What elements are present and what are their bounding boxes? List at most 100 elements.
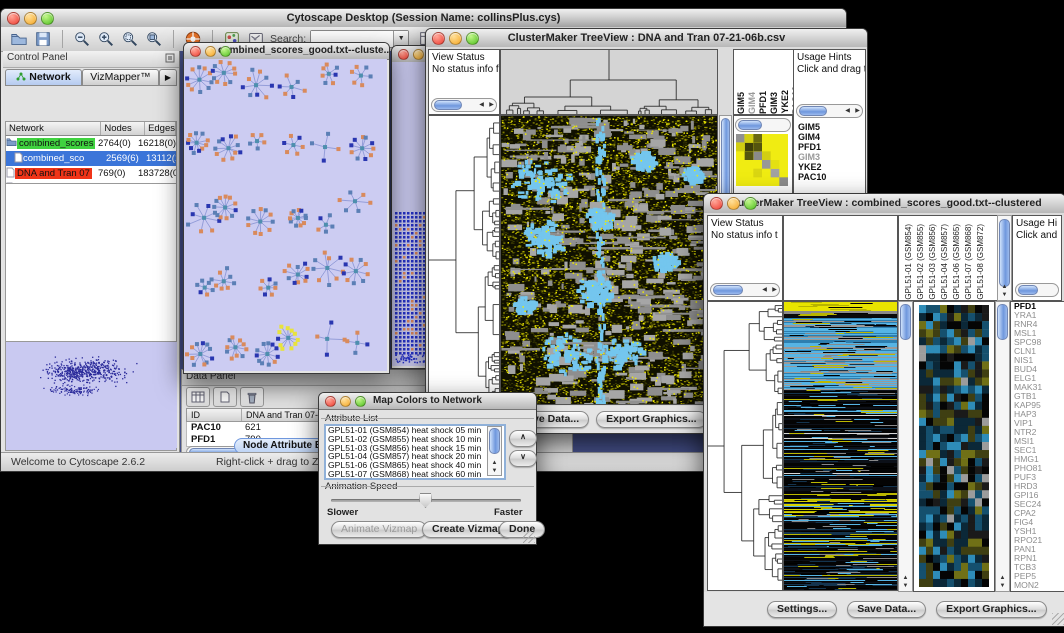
minimize-button[interactable] [727, 197, 740, 210]
zoom-window-button[interactable] [744, 197, 757, 210]
speed-slider-thumb[interactable] [419, 493, 432, 508]
scrollbar-thumb[interactable] [713, 285, 743, 295]
column-labels-vscrollbar[interactable]: ▲ ▼ [997, 215, 1012, 301]
heatmap-canvas[interactable] [500, 115, 718, 405]
main-titlebar[interactable]: Cytoscape Desktop (Session Name: collins… [1, 9, 846, 28]
close-button[interactable] [432, 32, 445, 45]
float-panel-icon[interactable] [165, 53, 175, 63]
resize-grip[interactable] [1052, 613, 1064, 625]
network-view-canvas[interactable] [184, 59, 387, 371]
hscrollbar[interactable] [735, 118, 791, 132]
scrollbar-thumb[interactable] [900, 304, 911, 340]
scroll-down-arrow[interactable]: ▼ [488, 467, 501, 475]
treeview-button[interactable]: Save Data... [847, 601, 926, 618]
zoom-fit-icon[interactable] [144, 29, 164, 49]
scroll-left-arrow[interactable]: ◀ [843, 105, 852, 117]
zoom-window-button[interactable] [355, 396, 366, 407]
tab-vizmapper[interactable]: VizMapper™ [82, 69, 159, 86]
zoom-in-icon[interactable] [96, 29, 116, 49]
hscrollbar[interactable] [1015, 283, 1059, 297]
scrollbar-thumb[interactable] [997, 304, 1008, 340]
col-id[interactable]: ID [187, 409, 242, 421]
zoom-heatmap-canvas[interactable] [919, 305, 989, 587]
open-file-icon[interactable] [9, 29, 29, 49]
scroll-up-arrow[interactable]: ▲ [899, 574, 912, 582]
col-nodes[interactable]: Nodes [101, 122, 145, 135]
gene-label[interactable]: GIM3 [798, 152, 826, 162]
titlebar[interactable]: ClusterMaker TreeView : DNA and Tran 07-… [426, 29, 867, 48]
titlebar[interactable]: combined_scores_good.txt--cluste... [184, 43, 389, 60]
minimize-button[interactable] [24, 12, 37, 25]
heatmap-canvas[interactable] [783, 301, 898, 591]
resize-grip[interactable] [523, 531, 535, 543]
network-row-selected[interactable]: combined_sco 2569(6) 13112(15) [5, 151, 177, 166]
animate-vizmap-button[interactable]: Animate Vizmap [331, 521, 427, 538]
minimize-button[interactable] [449, 32, 462, 45]
move-up-button[interactable]: ∧ [509, 430, 537, 447]
gene-label[interactable]: YKE2 [798, 162, 826, 172]
scroll-down-arrow[interactable]: ▼ [998, 291, 1011, 299]
close-button[interactable] [325, 396, 336, 407]
row-dendrogram-canvas[interactable] [707, 301, 783, 591]
attribute-item[interactable]: GPL51-07 (GSM868) heat shock 60 min [326, 470, 504, 479]
scroll-left-arrow[interactable]: ◀ [760, 284, 769, 296]
scroll-down-arrow[interactable]: ▼ [996, 582, 1009, 590]
scroll-down-arrow[interactable]: ▼ [899, 582, 912, 590]
delete-attribute-icon[interactable] [240, 387, 264, 407]
network-row[interactable]: DNA and Tran 07 769(0) 183728(0) [5, 166, 177, 181]
column-dendrogram-canvas[interactable] [500, 49, 718, 115]
scroll-up-arrow[interactable]: ▲ [488, 459, 501, 467]
gene-label[interactable]: PAC10 [798, 172, 826, 182]
close-button[interactable] [710, 197, 723, 210]
zoom-matrix-canvas[interactable] [736, 134, 788, 186]
close-button[interactable] [398, 49, 409, 60]
scroll-right-arrow[interactable]: ▶ [487, 99, 496, 111]
tab-network[interactable]: Network [5, 69, 82, 86]
treeview-button[interactable]: Settings... [767, 601, 837, 618]
titlebar[interactable]: Map Colors to Network [319, 393, 536, 410]
scrollbar-thumb[interactable] [999, 219, 1010, 287]
scroll-right-arrow[interactable]: ▶ [853, 105, 862, 117]
col-edges[interactable]: Edges [145, 122, 176, 135]
col-network[interactable]: Network [6, 122, 101, 135]
close-button[interactable] [7, 12, 20, 25]
scroll-left-arrow[interactable]: ◀ [477, 99, 486, 111]
scrollbar-thumb[interactable] [738, 120, 762, 130]
network-row[interactable]: combined_scores 2764(0) 16218(0) [5, 136, 177, 151]
scrollbar-thumb[interactable] [799, 106, 827, 116]
zoom-selected-icon[interactable] [120, 29, 140, 49]
network-overview-thumbnail[interactable] [5, 341, 177, 451]
gene-label[interactable]: PFD1 [798, 142, 826, 152]
scrollbar-thumb[interactable] [489, 428, 500, 454]
zoom-window-button[interactable] [466, 32, 479, 45]
scroll-up-arrow[interactable]: ▲ [996, 574, 1009, 582]
gene-label[interactable]: GIM4 [798, 132, 826, 142]
zoom-out-icon[interactable] [72, 29, 92, 49]
treeview-button[interactable]: Export Graphics... [596, 411, 706, 428]
minimize-button[interactable] [205, 46, 216, 57]
gene-label[interactable]: GIM5 [798, 122, 826, 132]
treeview-button[interactable]: Export Graphics... [936, 601, 1046, 618]
listbox-vscrollbar[interactable]: ▲ ▼ [487, 426, 502, 476]
scroll-up-arrow[interactable]: ▲ [998, 283, 1011, 291]
minimize-button[interactable] [340, 396, 351, 407]
close-button[interactable] [190, 46, 201, 57]
scrollbar-thumb[interactable] [434, 100, 462, 110]
gene-label[interactable]: MON2 [1014, 581, 1064, 590]
hscrollbar[interactable]: ◀ ▶ [796, 104, 863, 118]
minimize-button[interactable] [413, 49, 424, 60]
new-attribute-icon[interactable] [213, 387, 237, 407]
detail-vscrollbar[interactable]: ▲ ▼ [995, 301, 1010, 592]
move-down-button[interactable]: ∨ [509, 450, 537, 467]
row-dendrogram-canvas[interactable] [428, 115, 500, 405]
hscrollbar[interactable]: ◀ ▶ [710, 283, 780, 297]
zoom-window-button[interactable] [41, 12, 54, 25]
attribute-select-icon[interactable] [186, 387, 210, 407]
tab-overflow-arrow[interactable]: ▶ [159, 69, 177, 86]
titlebar[interactable]: ClusterMaker TreeView : combined_scores_… [704, 194, 1064, 214]
scroll-right-arrow[interactable]: ▶ [770, 284, 779, 296]
heatmap-vscrollbar[interactable]: ▲ ▼ [898, 301, 913, 592]
hscrollbar[interactable]: ◀ ▶ [431, 98, 497, 112]
column-tree-panel[interactable] [783, 215, 898, 301]
save-icon[interactable] [33, 29, 53, 49]
